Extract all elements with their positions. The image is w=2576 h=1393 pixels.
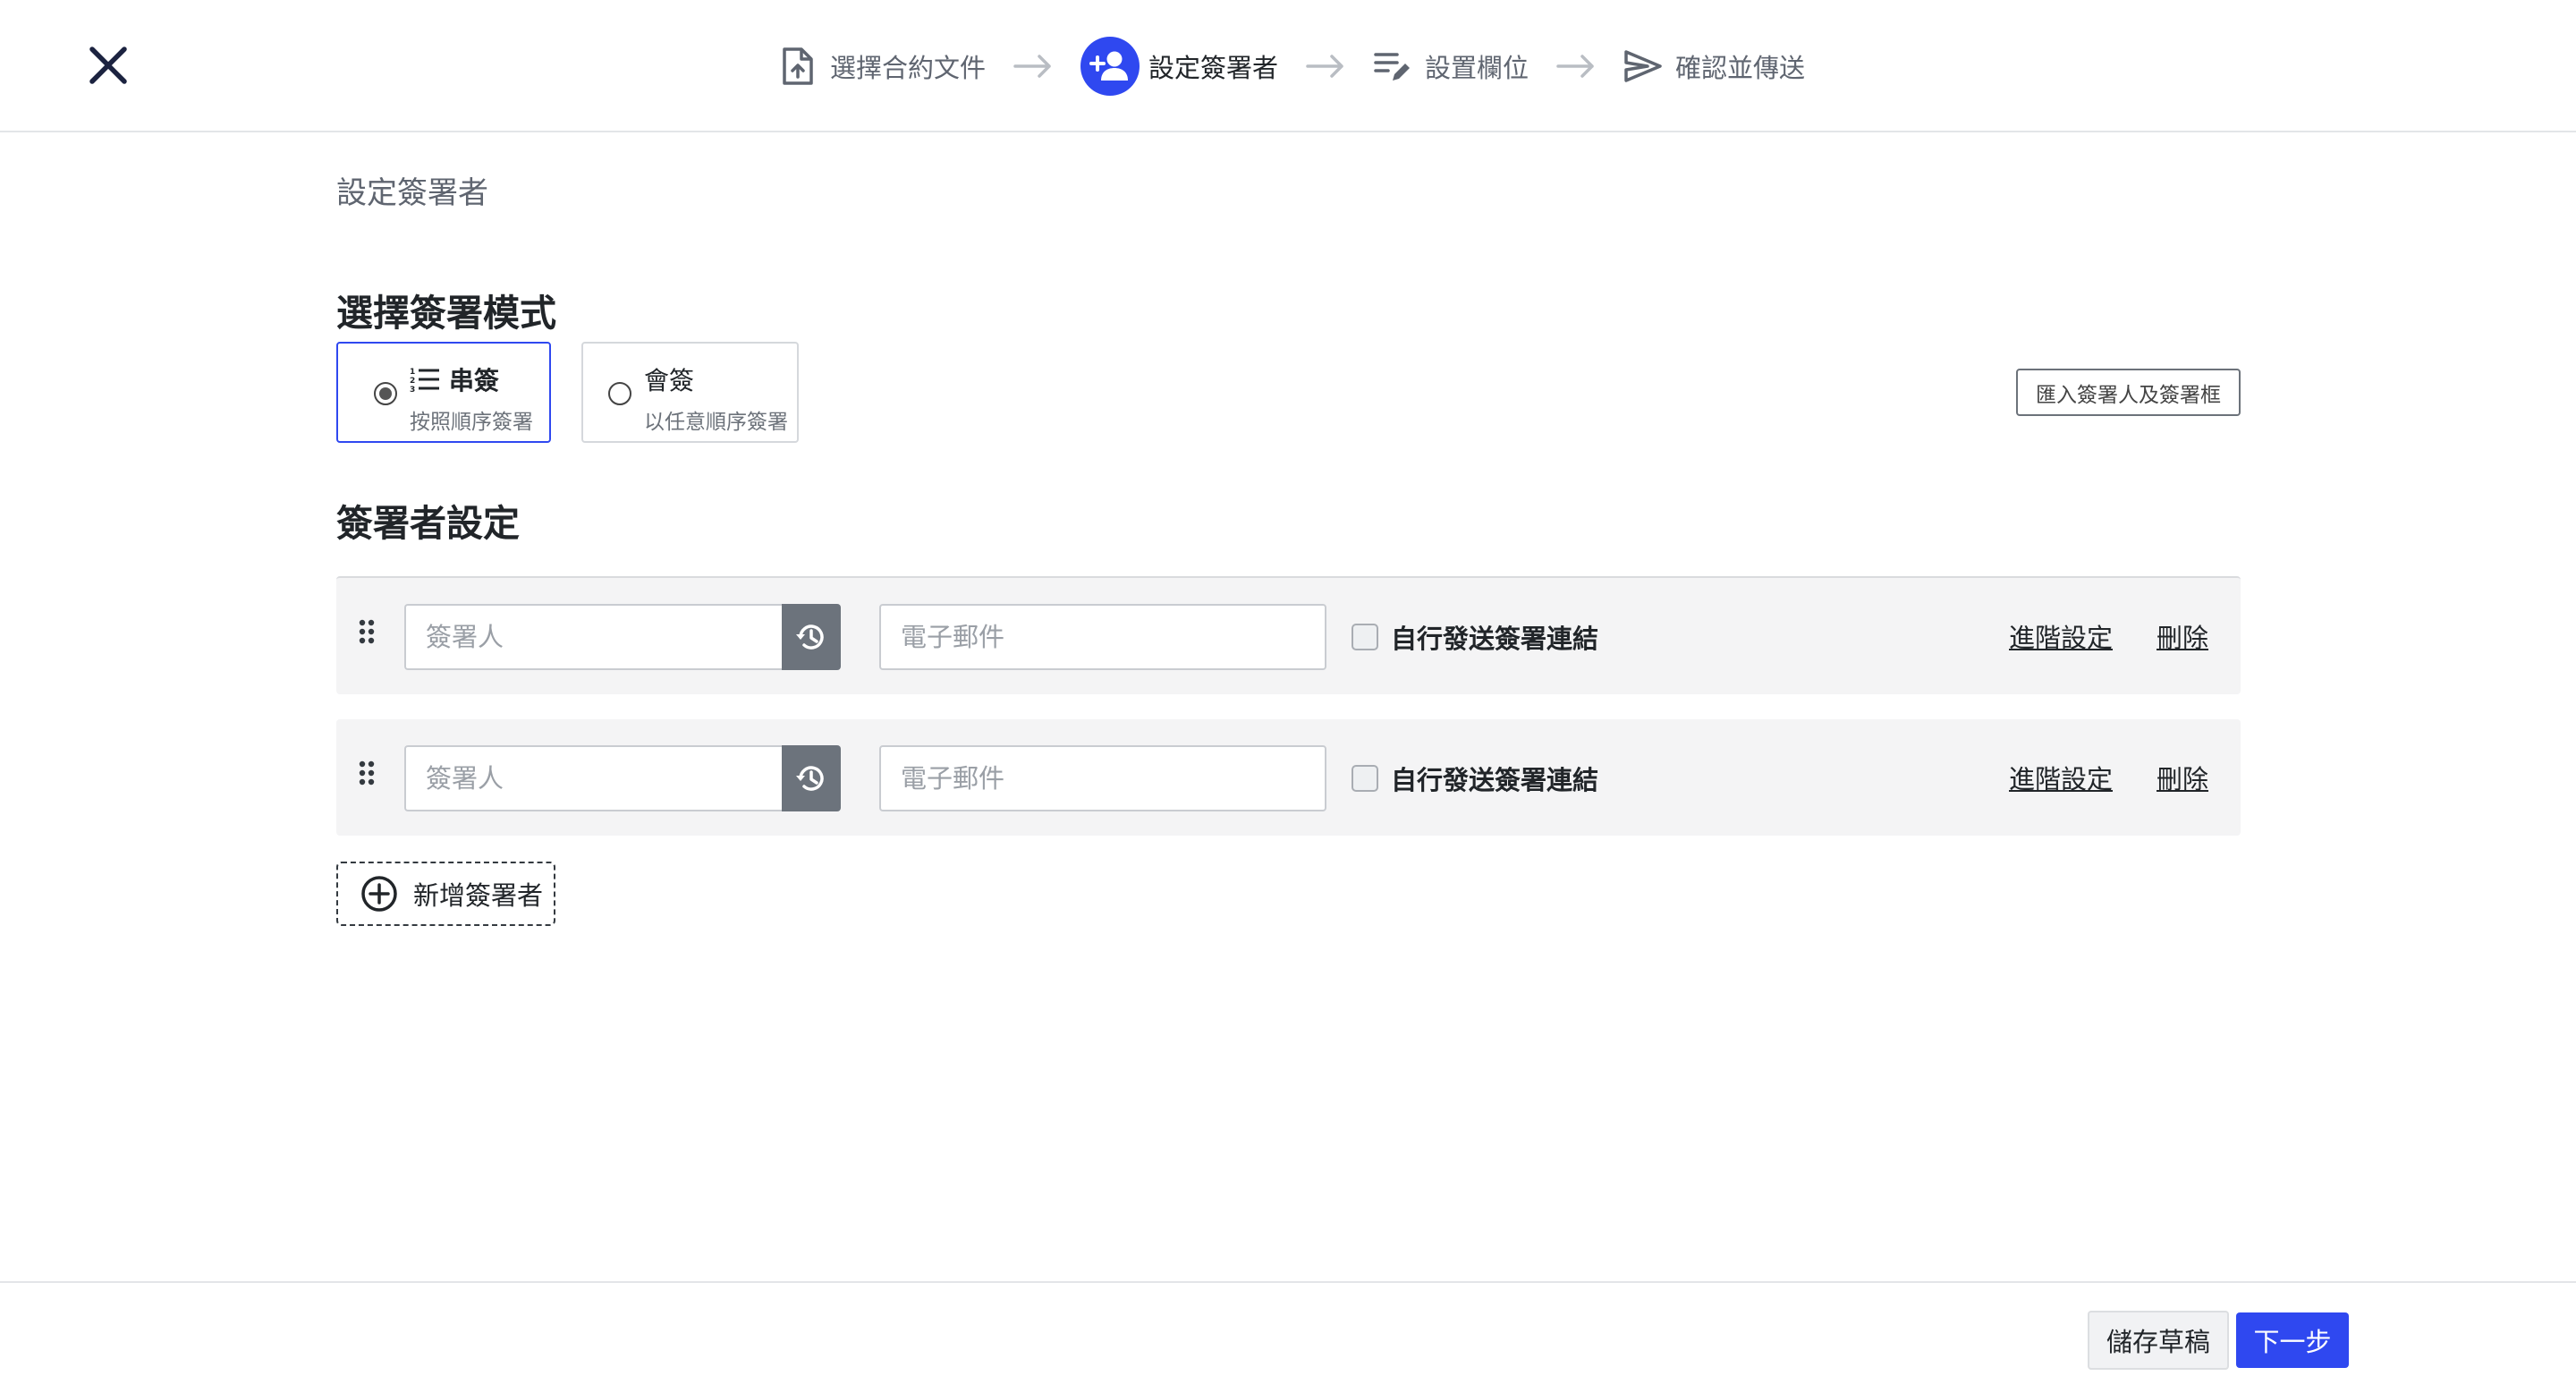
delete-signer-link[interactable]: 刪除	[2157, 617, 2208, 655]
signer-name-input[interactable]	[404, 604, 782, 670]
mode-description: 以任意順序簽署	[644, 411, 788, 434]
step-label: 選擇合約文件	[830, 53, 987, 83]
step-select-document: 選擇合約文件	[778, 34, 986, 98]
mode-description: 按照順序簽署	[410, 411, 533, 434]
self-send-checkbox[interactable]: 自行發送簽署連結	[1352, 619, 1598, 655]
step-label: 設置欄位	[1425, 53, 1530, 83]
delete-signer-link[interactable]: 刪除	[2157, 759, 2208, 796]
mode-option-sequential[interactable]: 1 2 3 串簽 按照順序簽署	[336, 342, 551, 443]
mode-name-row: 1 2 3 串簽	[410, 361, 499, 397]
history-icon[interactable]	[781, 745, 841, 811]
step-label: 設定簽署者	[1148, 53, 1279, 83]
self-send-label: 自行發送簽署連結	[1391, 765, 1599, 795]
svg-text:3: 3	[410, 386, 415, 393]
footer-bar: 儲存草稿 下一步	[0, 1281, 2576, 1393]
close-icon[interactable]	[86, 43, 131, 88]
import-signers-button[interactable]: 匯入簽署人及簽署框	[2016, 369, 2241, 416]
ordered-list-icon: 1 2 3	[410, 366, 440, 393]
send-icon	[1623, 47, 1663, 86]
edit-list-icon	[1373, 47, 1412, 86]
self-send-label: 自行發送簽署連結	[1391, 624, 1599, 654]
self-send-checkbox[interactable]: 自行發送簽署連結	[1352, 760, 1598, 796]
arrow-right-icon	[1305, 53, 1346, 80]
step-set-fields: 設置欄位	[1373, 34, 1529, 98]
radio-button[interactable]	[374, 382, 397, 405]
signer-email-input[interactable]	[879, 745, 1326, 811]
add-person-icon	[1080, 37, 1140, 96]
radio-button[interactable]	[608, 382, 631, 405]
signer-row: 自行發送簽署連結 進階設定 刪除	[336, 576, 2241, 694]
save-draft-button[interactable]: 儲存草稿	[2088, 1311, 2229, 1370]
arrow-right-icon	[1555, 53, 1597, 80]
mode-name: 會簽	[644, 366, 695, 395]
history-icon[interactable]	[781, 604, 841, 670]
step-label: 確認並傳送	[1675, 53, 1806, 83]
page-title: 設定簽署者	[336, 175, 488, 211]
sign-mode-title: 選擇簽署模式	[336, 292, 556, 335]
mode-name: 串簽	[449, 366, 500, 395]
drag-handle-icon[interactable]	[358, 760, 376, 787]
add-signer-button[interactable]: 新增簽署者	[336, 862, 555, 926]
stepper: 選擇合約文件 設定簽署者 設置欄位 確認並傳送	[778, 34, 1805, 98]
add-signer-label: 新增簽署者	[413, 880, 544, 911]
signer-name-input[interactable]	[404, 745, 782, 811]
advanced-settings-link[interactable]: 進階設定	[2009, 759, 2113, 796]
step-set-signers: 設定簽署者	[1080, 34, 1278, 98]
add-circle-icon	[360, 874, 399, 913]
signer-email-input[interactable]	[879, 604, 1326, 670]
signer-name-group	[404, 745, 841, 811]
file-upload-icon	[778, 47, 818, 86]
mode-option-parallel[interactable]: 會簽 以任意順序簽署	[581, 342, 799, 443]
next-step-button[interactable]: 下一步	[2236, 1312, 2349, 1368]
arrow-right-icon	[1013, 53, 1054, 80]
svg-text:1: 1	[410, 368, 415, 377]
svg-text:2: 2	[410, 377, 415, 386]
checkbox[interactable]	[1352, 765, 1378, 792]
step-confirm-send: 確認並傳送	[1623, 34, 1805, 98]
advanced-settings-link[interactable]: 進階設定	[2009, 617, 2113, 655]
signer-settings-title: 簽署者設定	[336, 502, 520, 545]
signer-row: 自行發送簽署連結 進階設定 刪除	[336, 719, 2241, 836]
checkbox[interactable]	[1352, 624, 1378, 650]
signer-name-group	[404, 604, 841, 670]
drag-handle-icon[interactable]	[358, 619, 376, 646]
top-bar: 選擇合約文件 設定簽署者 設置欄位 確認並傳送	[0, 0, 2576, 132]
